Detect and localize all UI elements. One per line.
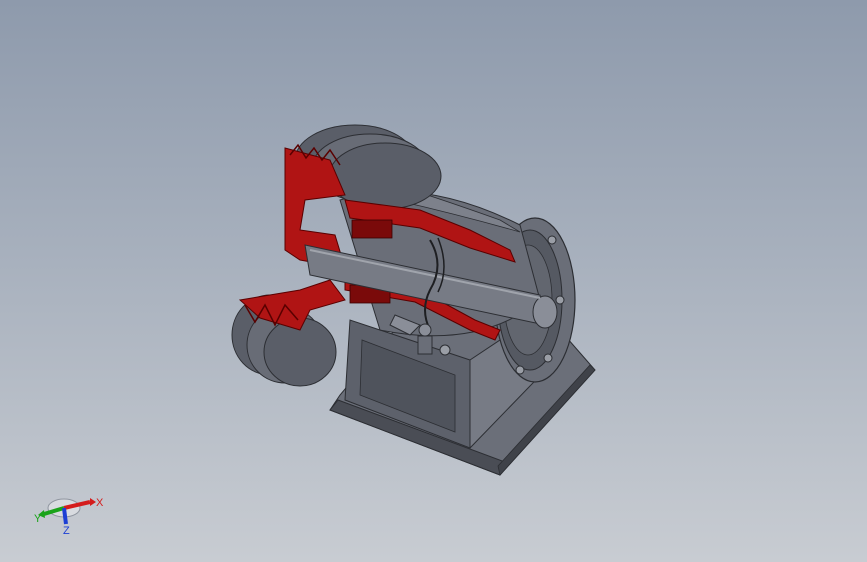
gearbox-section-model[interactable]	[0, 0, 867, 562]
z-axis-arrow	[62, 507, 68, 525]
x-axis-label: X	[96, 497, 104, 509]
z-axis-label: Z	[63, 525, 70, 535]
view-orientation-triad: X Y Z	[34, 497, 104, 535]
graphics-viewport[interactable]: X Y Z	[0, 0, 867, 562]
y-axis-label: Y	[34, 513, 42, 525]
